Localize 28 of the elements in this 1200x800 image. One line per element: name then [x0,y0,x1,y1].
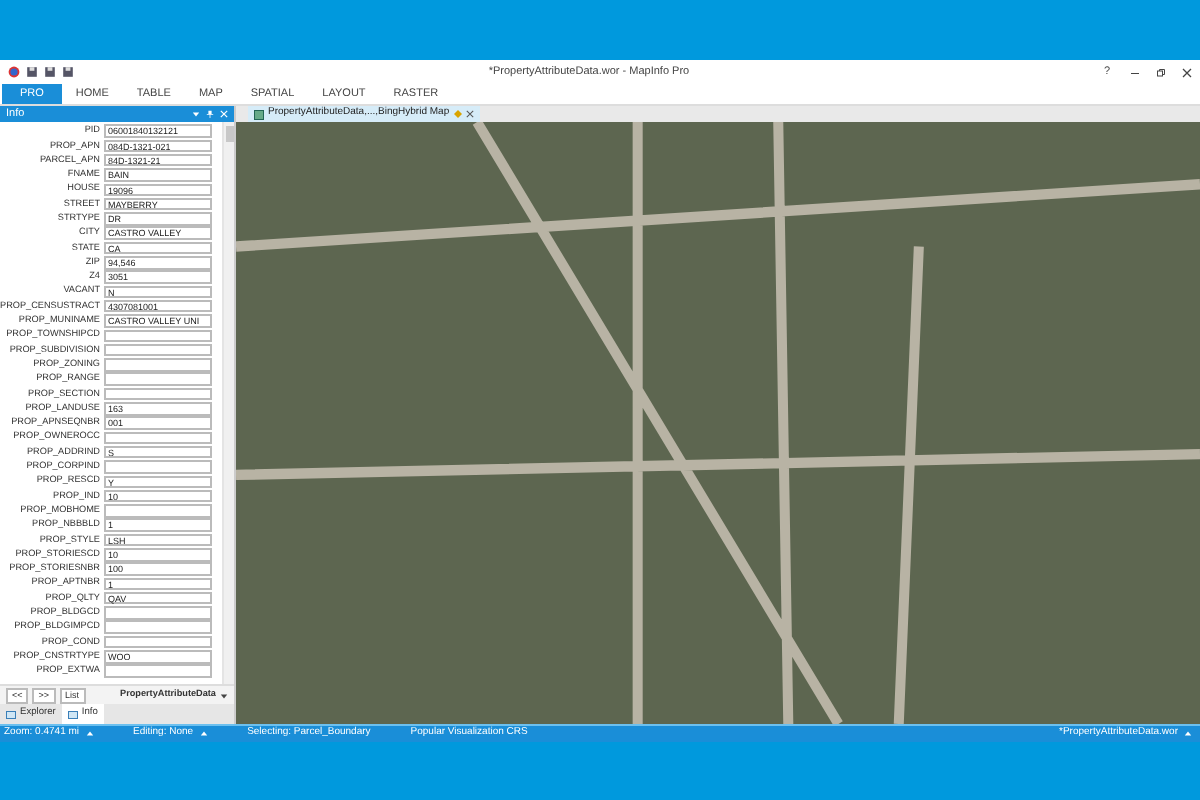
caret-up-icon[interactable] [199,730,208,738]
app-logo-icon[interactable] [8,66,20,78]
save-icon[interactable] [26,66,38,78]
input-field[interactable] [104,387,212,401]
scrollbar[interactable] [222,122,234,684]
info-icon [67,709,78,719]
close-icon[interactable] [1182,67,1192,77]
input-field[interactable] [104,606,212,620]
scroll-thumb[interactable] [225,126,233,142]
restore-icon[interactable] [1156,67,1166,77]
input-field[interactable] [104,664,212,678]
input-field[interactable] [104,504,212,518]
folder-icon [6,709,16,719]
caret-up-icon[interactable] [1184,730,1192,738]
input-field[interactable] [104,343,212,357]
input-field[interactable] [104,620,212,634]
dropdown-icon[interactable] [220,691,228,699]
save-all-icon[interactable] [44,66,56,78]
input-field[interactable] [104,460,212,474]
input-field[interactable] [104,372,212,386]
input-field[interactable] [104,329,212,343]
caret-up-icon[interactable] [85,730,94,738]
input-field[interactable] [104,431,212,445]
minimize-icon[interactable] [1130,67,1140,77]
input-field[interactable] [104,358,212,372]
input-field[interactable] [104,635,212,649]
map-icon [254,109,264,119]
close-icon[interactable] [465,110,474,118]
